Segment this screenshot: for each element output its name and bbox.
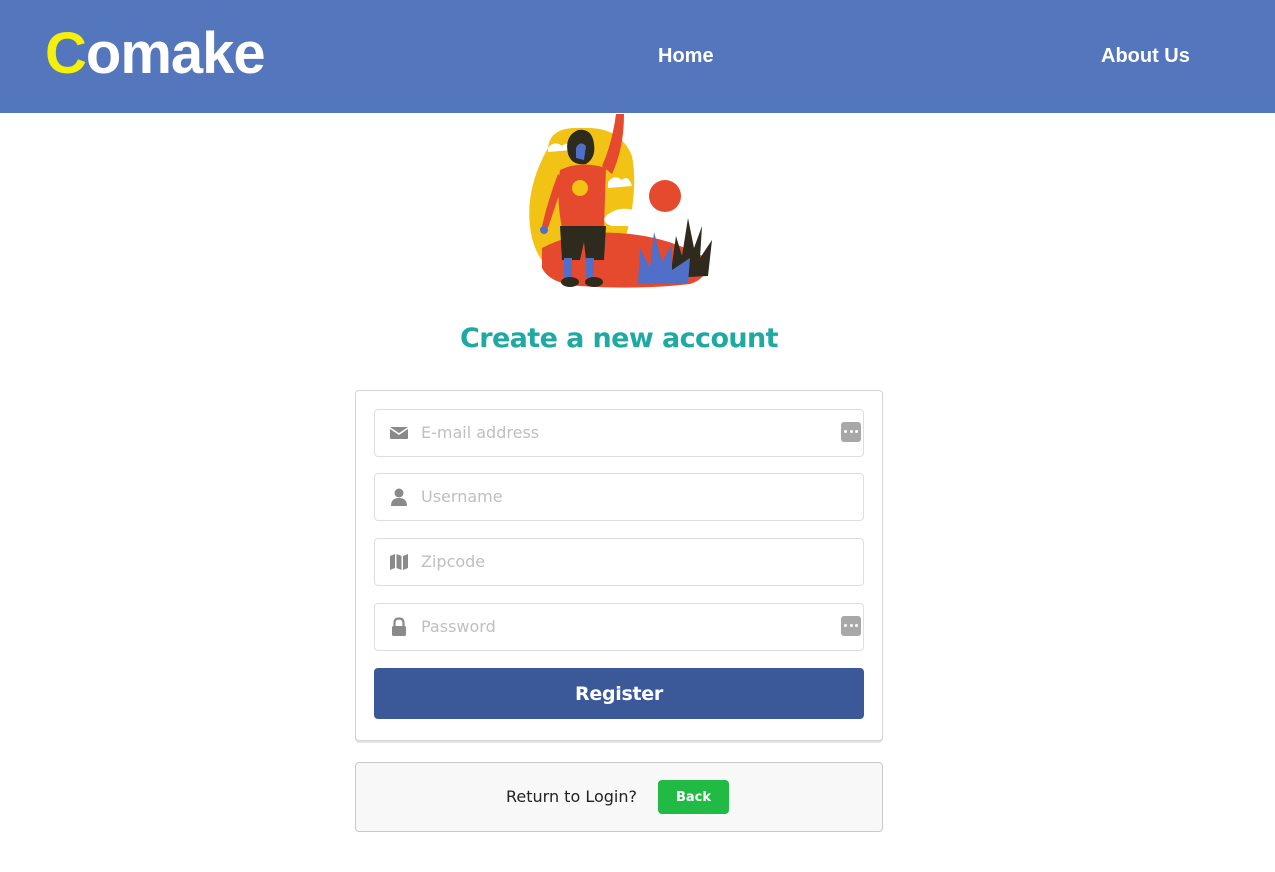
navbar: Comake Home About Us	[0, 0, 1275, 113]
body-shape	[558, 164, 606, 228]
nav-link-home[interactable]: Home	[658, 43, 714, 69]
password-manager-icon[interactable]	[841, 616, 861, 636]
email-input[interactable]	[421, 410, 831, 454]
password-field[interactable]	[374, 603, 864, 651]
logo-rest: omake	[85, 21, 266, 86]
username-input[interactable]	[421, 474, 831, 518]
map-icon	[390, 554, 408, 570]
logo-first-letter: C	[45, 21, 87, 86]
leg-shape	[586, 258, 594, 278]
nav-link-about-us[interactable]: About Us	[1101, 43, 1190, 69]
zipcode-input[interactable]	[421, 539, 831, 583]
back-button[interactable]: Back	[658, 780, 729, 814]
register-button[interactable]: Register	[374, 668, 864, 719]
password-input[interactable]	[421, 604, 831, 648]
page-title: Create a new account	[460, 323, 779, 354]
shoe-shape	[561, 277, 579, 287]
password-manager-icon[interactable]	[841, 422, 861, 442]
lock-icon	[392, 617, 406, 636]
envelope-icon	[389, 427, 409, 439]
leg-shape	[564, 258, 572, 278]
register-form: Register	[355, 390, 883, 741]
shoe-shape	[585, 277, 603, 287]
username-field[interactable]	[374, 473, 864, 521]
red-sun-shape	[649, 180, 681, 212]
logo[interactable]: Comake	[45, 21, 266, 86]
badge-dot-shape	[572, 180, 588, 196]
hand-shape	[540, 226, 548, 234]
zipcode-field[interactable]	[374, 538, 864, 586]
return-to-login-panel: Return to Login? Back	[355, 762, 883, 832]
email-field[interactable]	[374, 409, 864, 457]
user-icon	[391, 488, 407, 506]
person-reaching-sun-illustration	[529, 114, 712, 288]
return-to-login-text: Return to Login?	[506, 787, 637, 806]
